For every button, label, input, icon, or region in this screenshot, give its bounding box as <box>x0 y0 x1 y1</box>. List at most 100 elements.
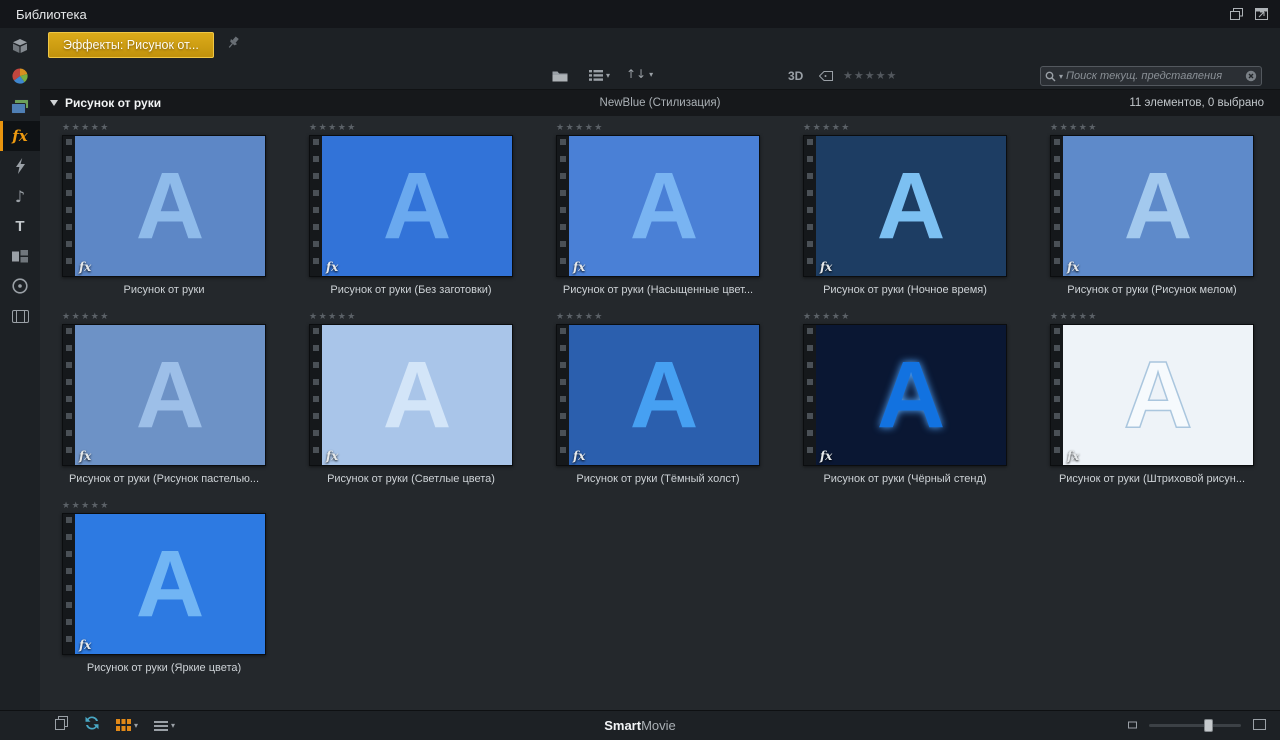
search-input[interactable] <box>1066 70 1242 82</box>
rating-stars[interactable]: ★★★★★ <box>62 310 266 322</box>
sync-button[interactable] <box>84 716 100 735</box>
chevron-down-icon: ▾ <box>649 69 654 79</box>
rating-stars[interactable]: ★★★★★ <box>62 499 266 511</box>
sidebar-item-media[interactable] <box>0 91 40 121</box>
pin-icon[interactable] <box>226 35 241 55</box>
effect-caption: Рисунок от руки (Без заготовки) <box>330 284 492 296</box>
filmstrip-holes <box>807 139 813 273</box>
effect-thumbnail[interactable]: A fx <box>62 513 266 655</box>
sidebar-item-disc-menus[interactable] <box>0 271 40 301</box>
brand-rest: Movie <box>641 718 676 733</box>
music-note-icon: ♪ <box>14 186 26 206</box>
zoom-out-button[interactable] <box>1128 717 1137 735</box>
slider-handle[interactable] <box>1204 719 1214 732</box>
rating-stars[interactable]: ★★★★★ <box>556 310 760 322</box>
view-mode-button[interactable]: ▾ <box>589 70 610 81</box>
fx-badge-icon: fx <box>1067 449 1080 463</box>
rating-stars[interactable]: ★★★★★ <box>1050 310 1254 322</box>
rating-stars[interactable]: ★★★★★ <box>803 121 1007 133</box>
section-header: Рисунок от руки NewBlue (Стилизация) 11 … <box>40 90 1280 116</box>
effect-card[interactable]: ★★★★★ A fx Рисунок от руки (Чёрный стенд… <box>803 310 1007 485</box>
copy-button[interactable] <box>55 716 68 735</box>
effect-thumbnail[interactable]: A fx <box>1050 135 1254 277</box>
sidebar-item-collections[interactable] <box>0 61 40 91</box>
effect-card[interactable]: ★★★★★ A fx Рисунок от руки (Ночное время… <box>803 121 1007 296</box>
effect-caption: Рисунок от руки (Яркие цвета) <box>86 662 242 674</box>
sidebar-item-imports[interactable] <box>0 31 40 61</box>
chevron-down-icon: ▾ <box>134 721 139 730</box>
sidebar-item-effects[interactable]: fx <box>0 121 40 151</box>
effect-card[interactable]: ★★★★★ A fx Рисунок от руки <box>62 121 266 296</box>
effect-card[interactable]: ★★★★★ A fx Рисунок от руки (Насыщенные ц… <box>556 121 760 296</box>
effect-preview-letter: A <box>629 152 699 259</box>
effect-thumbnail[interactable]: A fx <box>803 135 1007 277</box>
dock-window-icon[interactable] <box>1255 8 1268 20</box>
rating-stars[interactable]: ★★★★★ <box>309 121 513 133</box>
sidebar-item-filmstrip[interactable] <box>0 301 40 331</box>
details-view-button[interactable]: ▾ <box>154 720 175 731</box>
filmstrip-holes <box>313 328 319 462</box>
effect-thumbnail[interactable]: A fx <box>803 324 1007 466</box>
filter-3d-toggle[interactable]: 3D <box>788 69 803 83</box>
filmstrip-edge <box>310 136 322 276</box>
effect-caption: Рисунок от руки (Светлые цвета) <box>327 473 495 485</box>
effect-card[interactable]: ★★★★★ A fx Рисунок от руки (Тёмный холст… <box>556 310 760 485</box>
effect-card[interactable]: ★★★★★ A fx Рисунок от руки (Светлые цвет… <box>309 310 513 485</box>
thumbnail-view-button[interactable]: ▾ <box>116 719 138 732</box>
rating-stars[interactable]: ★★★★★ <box>1050 121 1254 133</box>
clear-search-icon[interactable] <box>1245 70 1257 82</box>
window-title: Библиотека <box>16 6 87 22</box>
rating-filter-stars[interactable]: ★★★★★ <box>843 69 897 82</box>
sidebar-item-transitions[interactable] <box>0 151 40 181</box>
filmstrip-holes <box>560 328 566 462</box>
thumbnail-size-slider[interactable] <box>1149 718 1241 733</box>
fx-badge-icon: fx <box>820 260 833 274</box>
rating-stars[interactable]: ★★★★★ <box>62 121 266 133</box>
folder-browse-button[interactable] <box>552 70 568 82</box>
large-thumbnail-icon <box>1253 718 1266 730</box>
sort-button[interactable]: ↑↓ ▾ <box>626 67 653 81</box>
effect-preview-letter: A <box>382 341 452 448</box>
rating-stars[interactable]: ★★★★★ <box>803 310 1007 322</box>
rating-stars[interactable]: ★★★★★ <box>556 121 760 133</box>
effect-caption: Рисунок от руки (Рисунок пастелью... <box>68 473 260 485</box>
sidebar-item-titles[interactable]: T <box>0 211 40 241</box>
effect-preview-letter: A <box>1123 341 1193 448</box>
effect-preview-letter: A <box>876 341 946 448</box>
effect-caption: Рисунок от руки (Штриховой рисун... <box>1058 473 1246 485</box>
fx-badge-icon: fx <box>79 638 92 652</box>
fx-badge-icon: fx <box>79 449 92 463</box>
effect-thumbnail[interactable]: A fx <box>62 135 266 277</box>
effect-thumbnail[interactable]: A fx <box>1050 324 1254 466</box>
effect-thumbnail[interactable]: A fx <box>62 324 266 466</box>
effect-thumbnail[interactable]: A fx <box>309 135 513 277</box>
effect-thumbnail[interactable]: A fx <box>556 135 760 277</box>
effect-card[interactable]: ★★★★★ A fx Рисунок от руки (Рисунок паст… <box>62 310 266 485</box>
section-title: Рисунок от руки <box>65 96 162 110</box>
filmstrip-edge <box>63 325 75 465</box>
chevron-down-icon: ▾ <box>606 71 611 80</box>
filmstrip-holes <box>66 139 72 273</box>
search-scope-chevron-icon[interactable]: ▾ <box>1059 72 1063 81</box>
smartmovie-label[interactable]: SmartMovie <box>604 718 676 733</box>
rating-stars[interactable]: ★★★★★ <box>309 310 513 322</box>
list-icon <box>154 720 169 731</box>
effect-caption: Рисунок от руки (Чёрный стенд) <box>823 473 987 485</box>
effect-thumbnail[interactable]: A fx <box>309 324 513 466</box>
collapse-triangle-icon[interactable] <box>50 100 58 106</box>
sidebar-item-montage[interactable] <box>0 241 40 271</box>
effect-card[interactable]: ★★★★★ A fx Рисунок от руки (Рисунок мело… <box>1050 121 1254 296</box>
filmstrip-edge <box>310 325 322 465</box>
sidebar-item-music[interactable]: ♪ <box>0 181 40 211</box>
effect-preview-letter: A <box>876 152 946 259</box>
undock-window-icon[interactable] <box>1230 8 1243 20</box>
tab-bar: Эффекты: Рисунок от... <box>40 28 1280 62</box>
effect-card[interactable]: ★★★★★ A fx Рисунок от руки (Без заготовк… <box>309 121 513 296</box>
tag-filter-button[interactable] <box>819 71 833 81</box>
tab-effects-active[interactable]: Эффекты: Рисунок от... <box>48 32 214 58</box>
effect-card[interactable]: ★★★★★ A fx Рисунок от руки (Яркие цвета) <box>62 499 266 674</box>
effect-thumbnail[interactable]: A fx <box>556 324 760 466</box>
effect-card[interactable]: ★★★★★ A fx Рисунок от руки (Штриховой ри… <box>1050 310 1254 485</box>
zoom-in-button[interactable] <box>1253 717 1266 735</box>
effect-caption: Рисунок от руки (Тёмный холст) <box>576 473 740 485</box>
